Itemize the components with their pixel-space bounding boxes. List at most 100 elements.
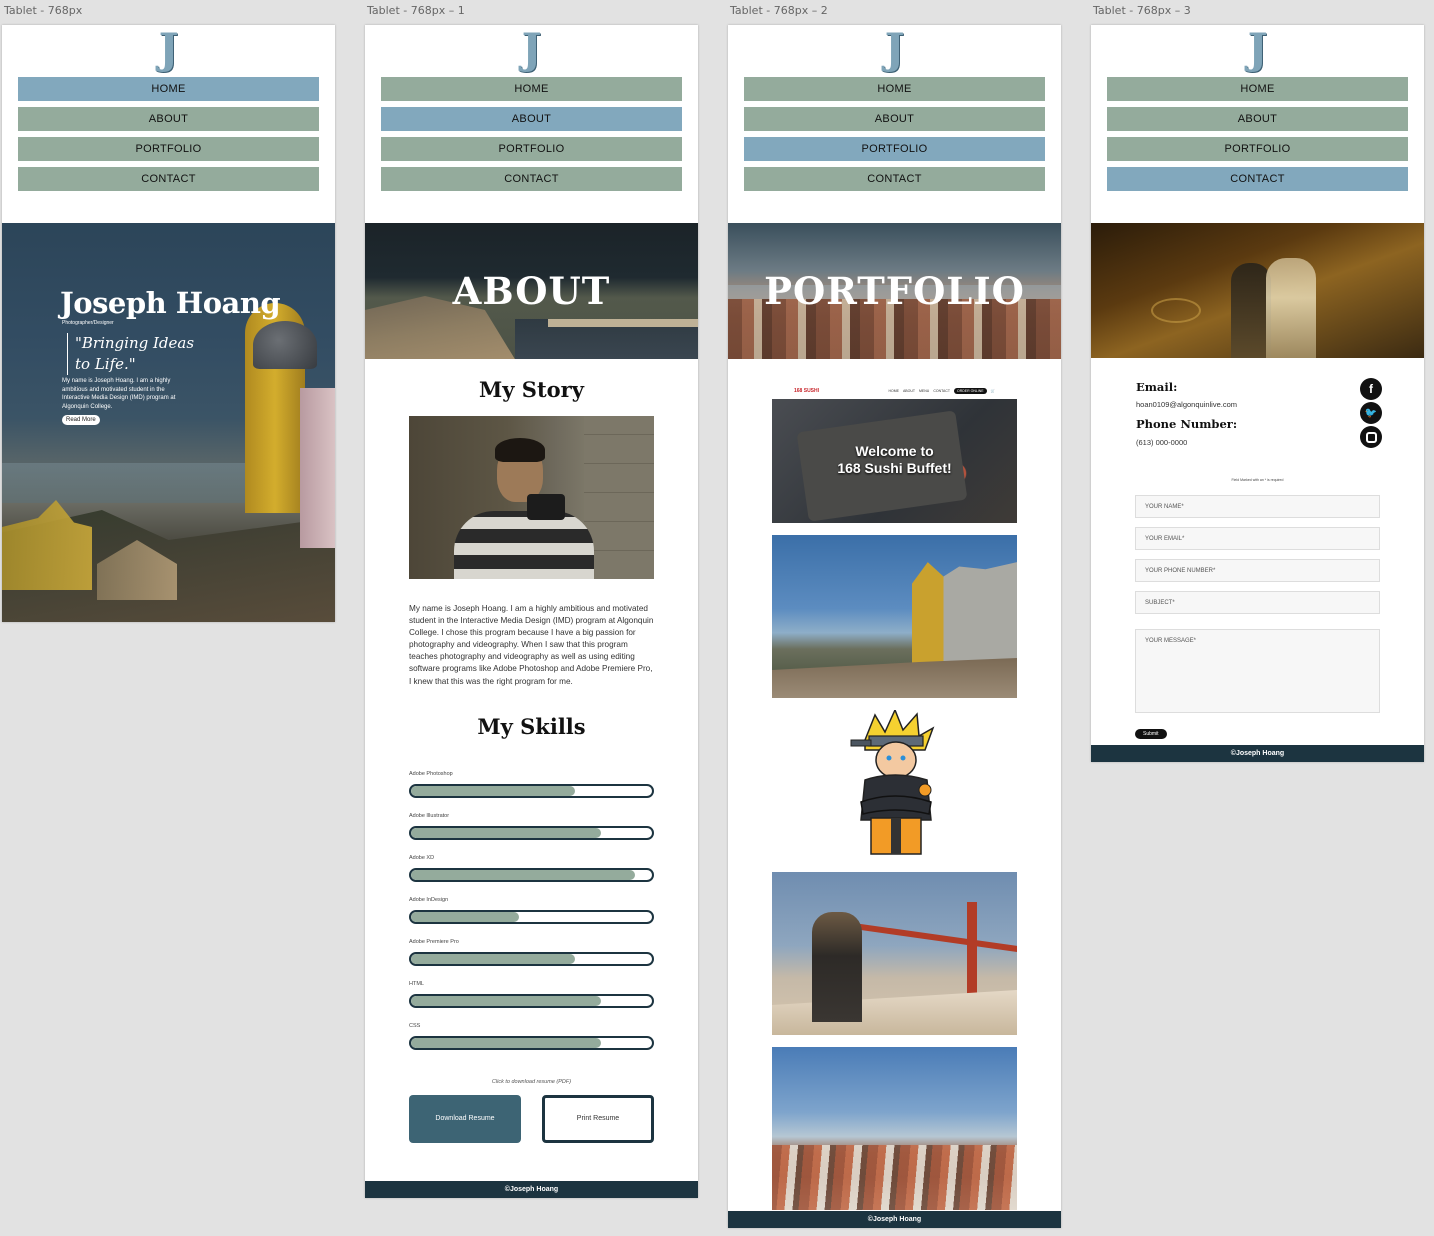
skill-progress-bar [409,951,654,966]
skill-progress-bar [409,867,654,882]
nav-contact[interactable]: CONTACT [744,167,1045,191]
sushi-headline-2: 168 Sushi Buffet! [837,460,952,476]
skill-row: HTML [409,981,654,1023]
skill-progress-bar [409,1035,654,1050]
story-title: My Story [479,377,584,402]
skill-label: Adobe InDesign [409,896,449,903]
skill-progress-fill [411,827,602,838]
nav-menu: HOME ABOUT PORTFOLIO CONTACT [2,77,335,223]
skill-progress-bar [409,825,654,840]
sushi-order-button: ORDER ONLINE [953,388,987,394]
skill-progress-fill [411,785,575,796]
footer: ©Joseph Hoang [365,1181,698,1198]
sushi-link-menu: MENU [919,389,930,393]
print-resume-button[interactable]: Print Resume [542,1094,654,1143]
story-text: My name is Joseph Hoang. I am a highly a… [409,604,654,686]
footer: ©Joseph Hoang [728,1211,1061,1228]
sushi-headline-1: Welcome to [855,443,934,459]
nav-portfolio[interactable]: PORTFOLIO [381,137,682,161]
hero-role: Photographer/Designer [62,320,114,326]
nav-about[interactable]: ABOUT [381,107,682,131]
download-note: Click to download resume (PDF) [491,1078,572,1085]
nav-contact[interactable]: CONTACT [1107,167,1408,191]
email-label: Email: [1136,380,1178,394]
portfolio-item-naruto[interactable] [772,710,1017,860]
artboard-about: J HOME ABOUT PORTFOLIO CONTACT ABOUT My … [365,25,698,1198]
footer: ©Joseph Hoang [1091,745,1424,762]
phone-field[interactable]: YOUR PHONE NUMBER* [1135,559,1380,582]
nav-contact[interactable]: CONTACT [18,167,319,191]
sushi-logo: 168 SUSHI [794,388,820,394]
sushi-link-contact: CONTACT [933,389,950,393]
skill-row: Adobe Photoshop [409,771,654,813]
nav-home[interactable]: HOME [18,77,319,101]
artboard-title-contact: Tablet - 768px – 3 [1093,4,1191,17]
submit-button[interactable]: Submit [1135,729,1167,739]
nav-menu: HOME ABOUT PORTFOLIO CONTACT [728,77,1061,223]
banner-title: PORTFOLIO [764,269,1025,313]
logo[interactable]: J [728,25,1061,77]
cart-icon: 🛒 [990,389,995,393]
skill-progress-fill [411,995,602,1006]
artboard-title-about: Tablet - 768px – 1 [367,4,465,17]
hero-image: Joseph Hoang Photographer/Designer "Brin… [2,223,335,622]
facebook-icon[interactable]: f [1360,378,1382,400]
resume-buttons: Download Resume Print Resume [409,1094,654,1143]
message-field[interactable]: YOUR MESSAGE* [1135,629,1380,713]
logo[interactable]: J [1091,25,1424,77]
social-links: f 🐦 [1360,378,1382,448]
skill-progress-bar [409,993,654,1008]
naruto-illustration [850,710,934,855]
nav-about[interactable]: ABOUT [18,107,319,131]
skill-label: Adobe Photoshop [409,770,453,777]
skill-row: Adobe InDesign [409,897,654,939]
artboard-portfolio: J HOME ABOUT PORTFOLIO CONTACT PORTFOLIO… [728,25,1061,1228]
nav-about[interactable]: ABOUT [1107,107,1408,131]
portfolio-item-sushi[interactable]: 168 SUSHI HOME ABOUT MENU CONTACT ORDER … [772,383,1017,523]
skill-row: Adobe Premiere Pro [409,939,654,981]
skill-label: Adobe Illustrator [409,812,450,819]
nav-home[interactable]: HOME [744,77,1045,101]
skill-progress-fill [411,869,636,880]
name-field[interactable]: YOUR NAME* [1135,495,1380,518]
logo[interactable]: J [2,25,335,77]
skill-progress-fill [411,911,520,922]
sushi-link-home: HOME [888,389,899,393]
logo[interactable]: J [365,25,698,77]
email-value[interactable]: hoan0109@algonquinlive.com [1136,400,1237,409]
phone-label: Phone Number: [1136,417,1238,431]
nav-contact[interactable]: CONTACT [381,167,682,191]
subject-field[interactable]: SUBJECT* [1135,591,1380,614]
download-resume-button[interactable]: Download Resume [409,1094,521,1143]
skill-row: Adobe Illustrator [409,813,654,855]
contact-form: YOUR NAME* YOUR EMAIL* YOUR PHONE NUMBER… [1135,495,1380,740]
phone-value[interactable]: (613) 000-0000 [1136,438,1187,447]
nav-portfolio[interactable]: PORTFOLIO [744,137,1045,161]
artboard-home: J HOME ABOUT PORTFOLIO CONTACT Joseph Ho… [2,25,335,622]
skill-progress-fill [411,953,575,964]
read-more-button[interactable]: Read More [62,415,100,425]
portfolio-item-city[interactable] [772,1047,1017,1210]
contact-info: Email: hoan0109@algonquinlive.com Phone … [1091,358,1424,478]
banner-title: ABOUT [452,269,611,313]
skill-label: Adobe Premiere Pro [409,938,459,945]
hero-name: Joseph Hoang [60,286,281,320]
skill-row: CSS [409,1023,654,1065]
twitter-icon[interactable]: 🐦 [1360,402,1382,424]
skill-label: CSS [409,1022,421,1029]
required-note: Field Marked with an * is required [1231,478,1284,482]
nav-home[interactable]: HOME [1107,77,1408,101]
skill-label: HTML [409,980,424,987]
nav-portfolio[interactable]: PORTFOLIO [1107,137,1408,161]
sushi-link-about: ABOUT [902,389,916,393]
nav-portfolio[interactable]: PORTFOLIO [18,137,319,161]
portfolio-item-bridge[interactable] [772,872,1017,1035]
nav-home[interactable]: HOME [381,77,682,101]
skill-progress-fill [411,1037,602,1048]
nav-about[interactable]: ABOUT [744,107,1045,131]
nav-menu: HOME ABOUT PORTFOLIO CONTACT [1091,77,1424,223]
email-field[interactable]: YOUR EMAIL* [1135,527,1380,550]
portfolio-item-palace[interactable] [772,535,1017,698]
contact-banner [1091,223,1424,358]
instagram-icon[interactable] [1360,426,1382,448]
